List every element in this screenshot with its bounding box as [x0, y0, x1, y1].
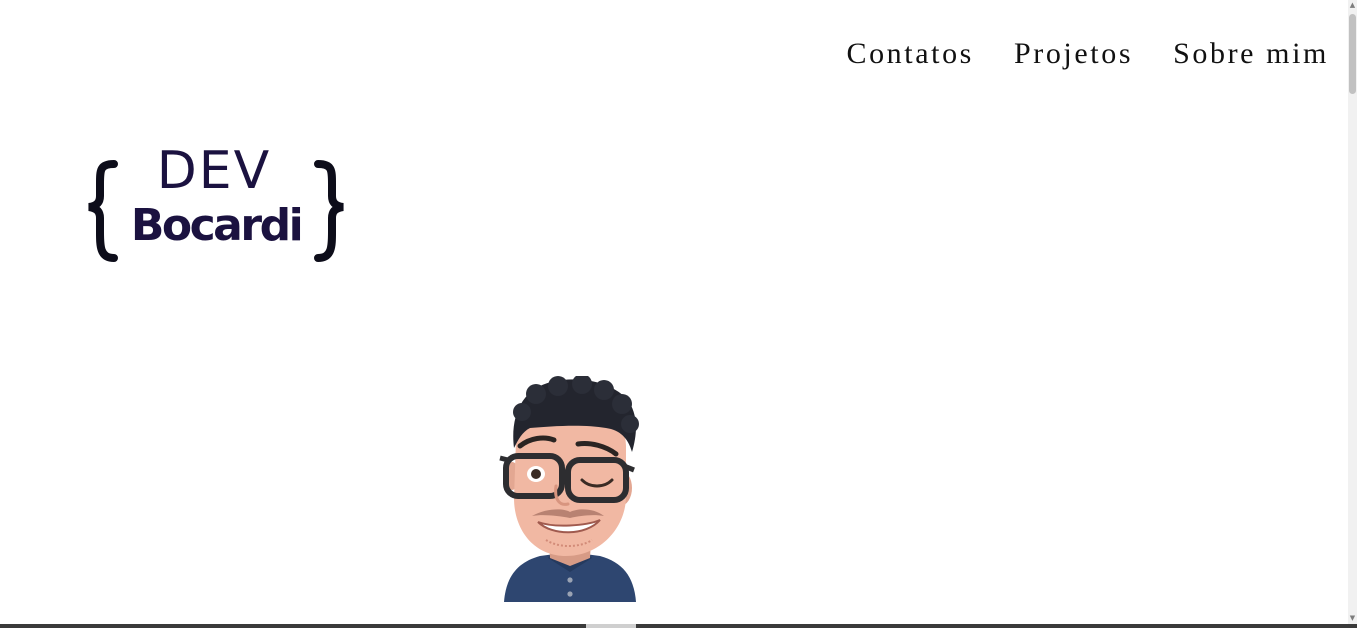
- page: Contatos Projetos Sobre mim DEV Bocardi: [0, 0, 1357, 628]
- bottom-edge-bar: [0, 624, 1357, 628]
- scrollbar-thumb[interactable]: [1349, 14, 1356, 94]
- avatar: [496, 374, 646, 602]
- logo-line-dev: DEV: [156, 141, 272, 201]
- nav-link-projetos[interactable]: Projetos: [1014, 36, 1133, 72]
- bottom-edge-highlight: [586, 624, 636, 628]
- nav-link-contatos[interactable]: Contatos: [846, 36, 973, 72]
- memoji-avatar-icon: [499, 374, 639, 602]
- logo-text: DEV Bocardi: [86, 140, 346, 265]
- vertical-scrollbar[interactable]: ▲ ▼: [1348, 0, 1357, 628]
- nav-link-sobre-mim[interactable]: Sobre mim: [1173, 36, 1329, 72]
- top-nav: Contatos Projetos Sobre mim: [846, 36, 1329, 72]
- logo-line-bocardi: Bocardi: [130, 200, 304, 251]
- scroll-down-arrow-icon[interactable]: ▼: [1349, 614, 1356, 622]
- scroll-up-arrow-icon[interactable]: ▲: [1349, 1, 1356, 9]
- site-logo[interactable]: DEV Bocardi: [86, 140, 346, 265]
